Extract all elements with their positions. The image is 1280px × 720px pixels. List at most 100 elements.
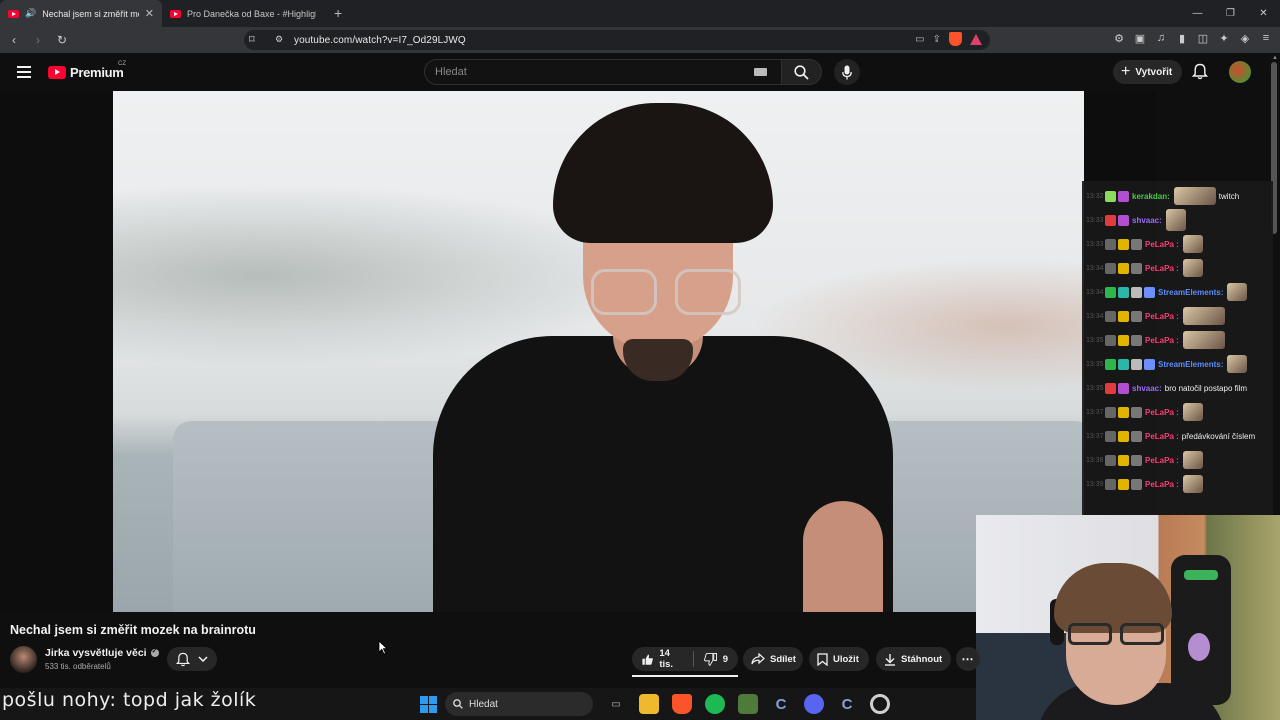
- notifications-bell-icon[interactable]: [1192, 63, 1208, 80]
- forward-icon[interactable]: ›: [28, 30, 48, 50]
- brave-shields-icon[interactable]: [949, 32, 962, 46]
- sidebar-icon[interactable]: ▮: [1176, 32, 1188, 45]
- keyboard-icon[interactable]: [754, 68, 767, 76]
- chat-username[interactable]: PeLaPa :: [1145, 264, 1179, 273]
- create-label: Vytvořit: [1135, 66, 1173, 78]
- back-icon[interactable]: ‹: [4, 30, 24, 50]
- chat-message-text: twitch: [1218, 191, 1240, 201]
- windows-start-icon[interactable]: [420, 695, 437, 713]
- minecraft-icon[interactable]: [738, 694, 758, 714]
- save-button[interactable]: Uložit: [809, 647, 869, 671]
- chat-username[interactable]: PeLaPa :: [1145, 336, 1179, 345]
- youtube-premium-logo[interactable]: Premium CZ: [48, 61, 126, 80]
- close-window-icon[interactable]: ✕: [1247, 0, 1280, 27]
- media-icon[interactable]: ♫: [1155, 32, 1167, 45]
- chat-timestamp: 13:35: [1086, 336, 1104, 344]
- extensions-icon[interactable]: ⚙: [1113, 32, 1125, 45]
- scroll-up-arrow-icon[interactable]: ▲: [1272, 55, 1278, 61]
- chat-timestamp: 13:34: [1086, 312, 1104, 320]
- url-text[interactable]: youtube.com/watch?v=I7_Od29LJWQ: [294, 35, 466, 46]
- more-actions-icon[interactable]: ⋯: [956, 647, 980, 671]
- chat-message: 13:37 PeLaPa :: [1082, 400, 1273, 424]
- chat-timestamp: 13:34: [1086, 264, 1104, 272]
- search-icon: [794, 64, 809, 80]
- brave-icon[interactable]: [672, 694, 692, 714]
- chat-badge-icon: [1118, 286, 1129, 298]
- chat-emote-icon: [1173, 187, 1216, 205]
- download-button[interactable]: Stáhnout: [876, 647, 951, 671]
- menu-icon[interactable]: ≡: [1260, 32, 1272, 45]
- screenshot-icon[interactable]: ▣: [1134, 32, 1146, 45]
- chat-username[interactable]: shvaac:: [1132, 384, 1162, 393]
- mouse-cursor-icon: [378, 640, 388, 655]
- chat-message: 13:32 kerakdan: twitch: [1082, 184, 1273, 208]
- tab-title: Pro Danečka od Baxe - #Highlights: [187, 8, 316, 19]
- reload-icon[interactable]: ↻: [52, 30, 72, 50]
- site-info-icon[interactable]: ⚙: [275, 34, 283, 45]
- chat-badge-icon: [1105, 478, 1116, 490]
- chat-badge-icon: [1105, 454, 1116, 466]
- search-input[interactable]: Hledat: [424, 59, 782, 85]
- chat-username[interactable]: StreamElements:: [1158, 360, 1223, 369]
- like-button[interactable]: 14 tis.: [632, 647, 693, 671]
- minimize-icon[interactable]: —: [1181, 0, 1214, 27]
- account-avatar[interactable]: [1229, 61, 1251, 83]
- ccleaner-icon[interactable]: C: [771, 694, 791, 714]
- bookmark-icon[interactable]: ⌑: [249, 33, 255, 46]
- chat-badge-icon: [1144, 286, 1155, 298]
- presenter-glasses: [591, 269, 741, 319]
- chat-message: 13:38 PeLaPa :: [1082, 448, 1273, 472]
- audio-playing-icon[interactable]: 🔊: [25, 8, 36, 19]
- chat-username[interactable]: kerakdan:: [1132, 192, 1170, 201]
- chat-username[interactable]: PeLaPa :: [1145, 312, 1179, 321]
- file-explorer-icon[interactable]: [639, 694, 659, 714]
- create-button[interactable]: + Vytvořit: [1113, 60, 1183, 84]
- chat-badge-icon: [1131, 310, 1142, 322]
- chat-username[interactable]: PeLaPa :: [1145, 240, 1179, 249]
- chrome-icon[interactable]: [870, 694, 890, 714]
- leo-ai-icon[interactable]: ✦: [1218, 32, 1230, 45]
- channel-avatar[interactable]: [10, 646, 37, 673]
- vpn-icon[interactable]: ◈: [1239, 32, 1251, 45]
- channel-name[interactable]: Jirka vysvětluje věci: [45, 647, 159, 659]
- chat-username[interactable]: PeLaPa :: [1145, 408, 1179, 417]
- ccleaner-icon[interactable]: C: [837, 694, 857, 714]
- chat-username[interactable]: shvaac:: [1132, 216, 1162, 225]
- dislike-button[interactable]: 9: [694, 647, 738, 671]
- chat-username[interactable]: PeLaPa :: [1145, 432, 1179, 441]
- tab-highlights-video[interactable]: Pro Danečka od Baxe - #Highlights: [162, 0, 324, 27]
- country-code: CZ: [118, 61, 126, 67]
- like-count: 14 tis.: [659, 648, 674, 670]
- search-button[interactable]: [782, 59, 822, 85]
- cast-icon[interactable]: ▭: [915, 34, 924, 45]
- chat-username[interactable]: PeLaPa :: [1145, 456, 1179, 465]
- share-page-icon[interactable]: ⇪: [933, 34, 941, 45]
- restore-icon[interactable]: ❐: [1214, 0, 1247, 27]
- tab-youtube-video[interactable]: 🔊 Nechal jsem si změřit mozek ✕: [0, 0, 162, 27]
- task-view-icon[interactable]: ▭: [606, 694, 626, 714]
- subscribed-notifications-button[interactable]: [167, 647, 217, 671]
- chat-badge-icon: [1105, 310, 1116, 322]
- video-frame[interactable]: [113, 91, 1084, 612]
- share-button[interactable]: Sdílet: [743, 647, 803, 671]
- taskbar-search-input[interactable]: Hledat: [445, 692, 593, 716]
- spotify-icon[interactable]: [705, 694, 725, 714]
- chat-badge-icon: [1118, 382, 1129, 394]
- youtube-favicon-icon: [170, 9, 181, 18]
- chat-timestamp: 13:37: [1086, 408, 1104, 416]
- chat-badge-icon: [1105, 286, 1116, 298]
- search-icon: [453, 699, 463, 709]
- address-bar[interactable]: ⌑ ⚙ youtube.com/watch?v=I7_Od29LJWQ ▭ ⇪: [244, 30, 990, 50]
- wallet-icon[interactable]: ◫: [1197, 32, 1209, 45]
- voice-search-button[interactable]: [834, 59, 860, 85]
- discord-icon[interactable]: [804, 694, 824, 714]
- chat-username[interactable]: StreamElements:: [1158, 288, 1223, 297]
- chat-username[interactable]: PeLaPa :: [1145, 480, 1179, 489]
- brave-rewards-icon[interactable]: [970, 33, 982, 45]
- save-label: Uložit: [833, 653, 859, 665]
- new-tab-button[interactable]: +: [324, 0, 352, 27]
- guide-menu-icon[interactable]: [17, 66, 31, 78]
- channel-name-text[interactable]: Jirka vysvětluje věci: [45, 647, 147, 659]
- chat-badge-icon: [1105, 214, 1116, 226]
- close-tab-icon[interactable]: ✕: [145, 7, 154, 20]
